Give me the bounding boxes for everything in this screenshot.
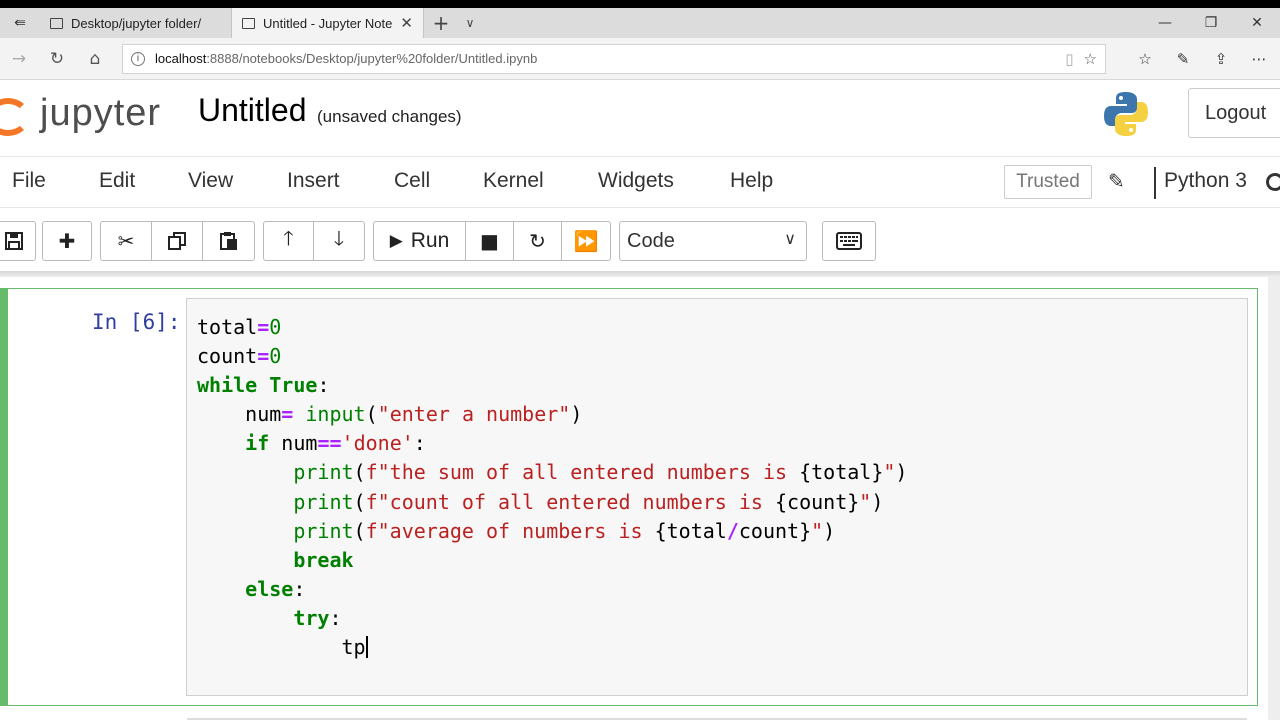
save-icon[interactable] bbox=[0, 222, 35, 260]
refresh-icon[interactable]: ↻ bbox=[38, 38, 76, 80]
copy-icon[interactable] bbox=[152, 222, 203, 260]
favorites-bar-icon[interactable]: ☆ bbox=[1126, 50, 1164, 68]
menu-kernel[interactable]: Kernel bbox=[483, 169, 544, 193]
address-bar: → ↻ ⌂ i localhost:8888/notebooks/Desktop… bbox=[0, 38, 1280, 80]
menu-file[interactable]: File bbox=[12, 169, 46, 193]
fast-forward-icon[interactable]: ⏩ bbox=[562, 222, 610, 260]
reading-view-icon[interactable]: ▯ bbox=[1065, 50, 1073, 68]
browser-tab-desktop[interactable]: Desktop/jupyter folder/ bbox=[40, 8, 232, 38]
shortcuts-group bbox=[822, 221, 876, 261]
menu-insert[interactable]: Insert bbox=[287, 169, 340, 193]
step-forward-icon: ▶︎ bbox=[389, 231, 403, 251]
url-text: localhost:8888/notebooks/Desktop/jupyter… bbox=[155, 51, 538, 66]
home-icon[interactable]: ⌂ bbox=[76, 38, 114, 80]
restart-icon[interactable]: ↻ bbox=[514, 222, 562, 260]
add-cell-icon[interactable]: ✚ bbox=[43, 222, 91, 260]
paste-icon[interactable] bbox=[203, 222, 254, 260]
kernel-status-circle-icon bbox=[1266, 173, 1280, 191]
trusted-indicator[interactable]: Trusted bbox=[1004, 165, 1092, 199]
window-close-icon[interactable]: ✕ bbox=[1234, 8, 1280, 38]
page-icon bbox=[50, 17, 63, 29]
insert-group: ✚ bbox=[42, 221, 92, 261]
close-tab-icon[interactable]: ✕ bbox=[400, 14, 413, 32]
jupyter-logo[interactable]: jupyter bbox=[0, 90, 176, 142]
url-field[interactable]: i localhost:8888/notebooks/Desktop/jupyt… bbox=[122, 43, 1106, 74]
cut-icon[interactable]: ✂ bbox=[101, 222, 152, 260]
minimize-icon[interactable]: — bbox=[1142, 8, 1188, 38]
more-icon[interactable]: ⋯ bbox=[1240, 50, 1278, 68]
page-icon bbox=[242, 17, 255, 29]
cell-type-select[interactable]: Code ∨ bbox=[619, 221, 807, 261]
tab-title: Untitled - Jupyter Notel bbox=[263, 15, 393, 31]
notebook-title[interactable]: Untitled bbox=[198, 92, 307, 129]
jupyter-wordmark: jupyter bbox=[40, 92, 162, 134]
window-controls: — ❐ ✕ bbox=[1142, 8, 1280, 38]
menu-widgets[interactable]: Widgets bbox=[598, 169, 674, 193]
python-logo-icon bbox=[1104, 92, 1148, 136]
forward-icon[interactable]: → bbox=[0, 38, 38, 80]
code-text[interactable]: total=0 count=0 while True: num= input("… bbox=[197, 313, 907, 662]
menu-help[interactable]: Help bbox=[730, 169, 773, 193]
new-tab-icon[interactable]: + bbox=[424, 8, 458, 38]
code-cell-selected[interactable]: In [6]: total=0 count=0 while True: num=… bbox=[0, 288, 1258, 706]
run-button[interactable]: ▶︎ Run bbox=[374, 222, 466, 260]
jupyter-orbit-icon bbox=[0, 98, 30, 136]
set-aside-tabs-icon[interactable]: ⇚ bbox=[0, 8, 40, 38]
browser-tab-untitled[interactable]: Untitled - Jupyter Notel ✕ bbox=[232, 8, 424, 38]
keyboard-icon[interactable] bbox=[823, 222, 875, 260]
jupyter-header: jupyter Untitled (unsaved changes) Logou… bbox=[0, 80, 1280, 156]
edit-group: ✂ bbox=[100, 221, 255, 261]
interrupt-stop-icon[interactable]: ■ bbox=[466, 222, 514, 260]
info-icon[interactable]: i bbox=[131, 51, 145, 66]
chevron-down-icon: ∨ bbox=[784, 229, 796, 248]
menu-edit[interactable]: Edit bbox=[99, 169, 135, 193]
notebook-page: In [6]: total=0 count=0 while True: num=… bbox=[0, 271, 1280, 720]
kernel-name[interactable]: Python 3 bbox=[1164, 169, 1247, 193]
notebook-container: In [6]: total=0 count=0 while True: num=… bbox=[0, 271, 1280, 720]
move-group: 🡑 🡓 bbox=[263, 221, 365, 261]
move-down-icon[interactable]: 🡓 bbox=[314, 222, 364, 260]
save-group bbox=[0, 221, 36, 261]
notebook-toolbar: ✚ ✂ 🡑 🡓 ▶︎ Run ■ ↻ ⏩ Code ∨ bbox=[0, 209, 1280, 271]
restore-icon[interactable]: ❐ bbox=[1188, 8, 1234, 38]
menu-cell[interactable]: Cell bbox=[394, 169, 430, 193]
run-label: Run bbox=[410, 229, 450, 252]
favorite-star-icon[interactable]: ☆ bbox=[1084, 50, 1097, 68]
input-prompt: In [6]: bbox=[92, 310, 181, 334]
tab-list-chevron-icon[interactable]: ∨ bbox=[458, 8, 482, 38]
notebook-menubar: File Edit View Insert Cell Kernel Widget… bbox=[0, 156, 1280, 208]
share-icon[interactable]: ⇪ bbox=[1202, 50, 1240, 68]
move-up-icon[interactable]: 🡑 bbox=[264, 222, 314, 260]
edit-mode-pencil-icon: ✎ bbox=[1108, 169, 1125, 193]
text-cursor bbox=[365, 636, 368, 659]
browser-tab-bar: ⇚ Desktop/jupyter folder/ Untitled - Jup… bbox=[0, 8, 1280, 38]
screen-top-strip bbox=[0, 0, 1280, 8]
logout-button[interactable]: Logout bbox=[1188, 88, 1280, 138]
save-status: (unsaved changes) bbox=[317, 107, 462, 126]
code-editor[interactable]: total=0 count=0 while True: num= input("… bbox=[186, 298, 1248, 696]
header-shadow bbox=[0, 271, 1280, 277]
pen-icon[interactable]: ✎ bbox=[1164, 50, 1202, 68]
run-group: ▶︎ Run ■ ↻ ⏩ bbox=[373, 221, 611, 261]
menu-view[interactable]: View bbox=[188, 169, 233, 193]
cell-type-value: Code bbox=[627, 229, 675, 252]
tab-title: Desktop/jupyter folder/ bbox=[71, 15, 202, 31]
kernel-separator bbox=[1154, 167, 1156, 199]
